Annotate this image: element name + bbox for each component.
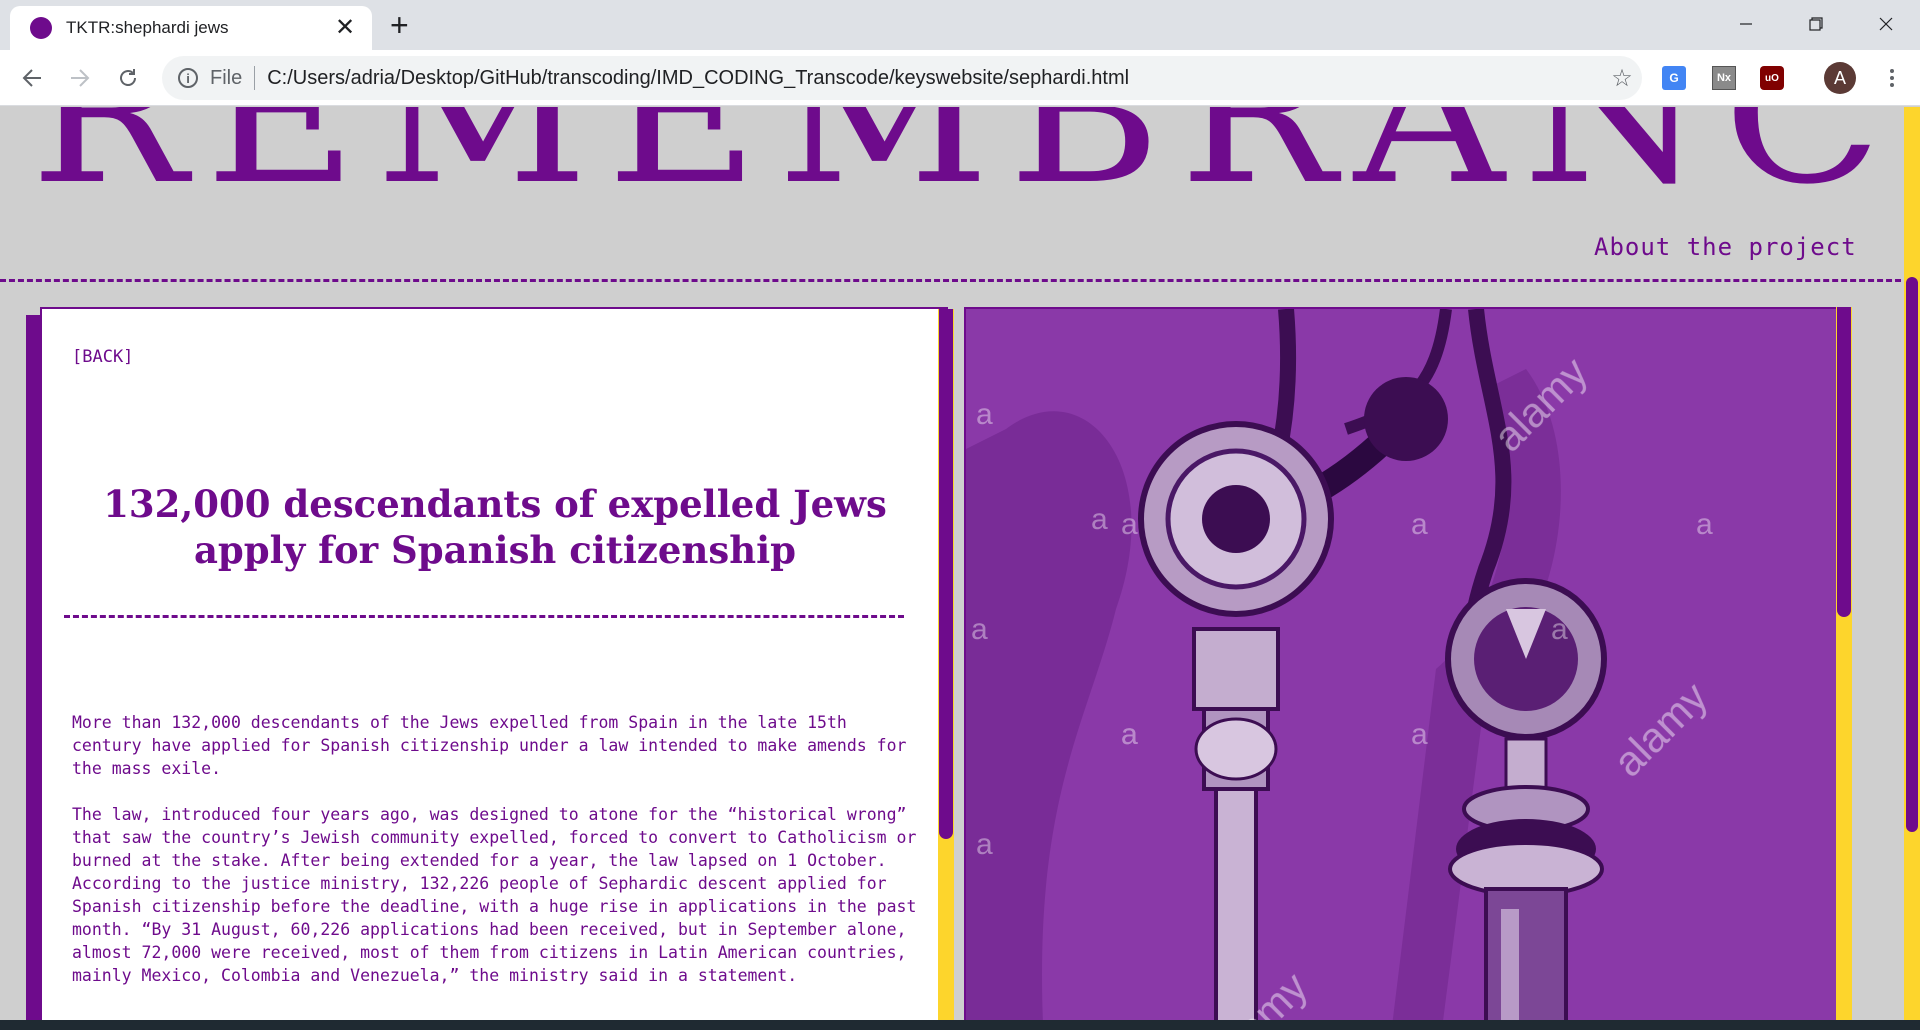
- image-scrollbar-thumb[interactable]: [1837, 307, 1851, 617]
- back-button[interactable]: [16, 62, 48, 94]
- antique-keys-image: a a a a a a a a a a a alamy alamy alamy: [966, 309, 1850, 1020]
- page-scrollbar-thumb[interactable]: [1906, 277, 1918, 832]
- omnibox-divider: [254, 66, 256, 90]
- browser-tab[interactable]: TKTR:shephardi jews ✕: [10, 6, 372, 50]
- article-paragraph: The law, introduced four years ago, was …: [72, 805, 917, 985]
- translate-icon[interactable]: G: [1662, 66, 1686, 90]
- watermark-letter: a: [976, 828, 993, 861]
- close-icon: [1879, 17, 1893, 31]
- article-scrollbar-thumb[interactable]: [939, 309, 953, 839]
- article-divider: [64, 615, 904, 618]
- restore-icon: [1809, 17, 1823, 31]
- info-icon[interactable]: i: [178, 68, 198, 88]
- forward-button[interactable]: [64, 62, 96, 94]
- watermark-letter: a: [1121, 718, 1138, 751]
- reload-icon: [120, 69, 136, 86]
- content-card: [BACK] 132,000 descendants of expelled J…: [26, 307, 1852, 1020]
- tab-strip: TKTR:shephardi jews ✕ +: [0, 0, 1920, 50]
- keys-photo: a a a a a a a a a a a alamy alamy alamy: [964, 307, 1852, 1020]
- header-divider: [0, 279, 1910, 282]
- watermark-letter: a: [1121, 508, 1138, 541]
- favicon-icon: [30, 17, 52, 39]
- minimize-icon: [1740, 23, 1752, 25]
- restore-window-button[interactable]: [1786, 6, 1846, 42]
- new-tab-button[interactable]: +: [390, 9, 409, 41]
- url-text[interactable]: C:/Users/adria/Desktop/GitHub/transcodin…: [267, 67, 1602, 90]
- site-title: REMEMBRANCE: [30, 107, 1920, 226]
- address-bar[interactable]: i File C:/Users/adria/Desktop/GitHub/tra…: [162, 56, 1642, 100]
- reload-button[interactable]: [112, 62, 144, 94]
- minimize-window-button[interactable]: [1716, 6, 1776, 42]
- file-label: File: [210, 66, 243, 89]
- watermark-letter: a: [976, 398, 993, 431]
- article-headline: 132,000 descendants of expelled Jews app…: [103, 482, 887, 572]
- watermark-letter: a: [1411, 508, 1428, 541]
- about-project-link[interactable]: About the project: [1594, 233, 1857, 261]
- article-body: More than 132,000 descendants of the Jew…: [72, 711, 918, 1010]
- watermark-letter: a: [1551, 613, 1568, 646]
- arrow-left-icon: [22, 69, 41, 87]
- watermark-letter: a: [1696, 508, 1713, 541]
- watermark-letter: a: [971, 613, 988, 646]
- tab-title: TKTR:shephardi jews: [66, 18, 229, 37]
- os-taskbar: [0, 1020, 1920, 1030]
- browser-menu-icon[interactable]: [1876, 62, 1908, 94]
- article-panel: [BACK] 132,000 descendants of expelled J…: [40, 307, 954, 1020]
- back-link[interactable]: [BACK]: [72, 347, 133, 367]
- close-tab-icon[interactable]: ✕: [332, 15, 358, 41]
- bookmark-star-icon[interactable]: ☆: [1602, 64, 1642, 92]
- nx-icon[interactable]: Nx: [1712, 66, 1736, 90]
- close-window-button[interactable]: [1856, 6, 1916, 42]
- page-viewport: REMEMBRANCE About the project [BACK] 132…: [0, 107, 1920, 1020]
- watermark-letter: a: [1411, 718, 1428, 751]
- watermark-letter: a: [1091, 503, 1108, 536]
- profile-avatar[interactable]: A: [1824, 62, 1856, 94]
- arrow-right-icon: [71, 69, 90, 87]
- article-paragraph: More than 132,000 descendants of the Jew…: [72, 713, 907, 778]
- ublock-icon[interactable]: uO: [1760, 66, 1784, 90]
- browser-toolbar: i File C:/Users/adria/Desktop/GitHub/tra…: [0, 50, 1920, 106]
- card-left-border: [26, 315, 40, 1020]
